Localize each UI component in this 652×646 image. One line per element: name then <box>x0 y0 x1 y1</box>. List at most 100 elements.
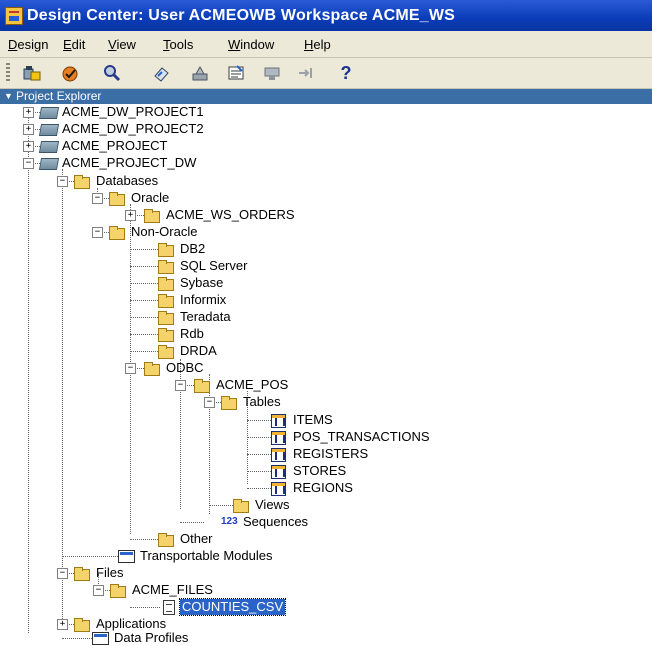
collapse-toggle[interactable]: − <box>23 158 34 169</box>
menu-edit[interactable]: Edit <box>63 37 85 52</box>
project-explorer-header[interactable]: ▼ Project Explorer <box>0 89 652 104</box>
collapse-triangle-icon[interactable]: ▼ <box>4 89 13 104</box>
files-folder-icon <box>74 567 90 581</box>
collapse-toggle[interactable]: − <box>125 363 136 374</box>
node-label: COUNTIES_CSV <box>178 598 287 616</box>
tree-connector <box>130 351 158 352</box>
database-module-icon <box>144 209 160 223</box>
project-icon <box>38 158 60 170</box>
views-folder-icon <box>233 499 249 513</box>
help-icon[interactable]: ? <box>336 64 356 82</box>
data-profiles-icon <box>92 632 109 645</box>
collapse-toggle[interactable]: − <box>57 568 68 579</box>
menu-view[interactable]: View <box>108 37 136 52</box>
menu-help[interactable]: Help <box>304 37 331 52</box>
node-label: ACME_PROJECT <box>62 138 168 153</box>
table-icon <box>271 482 286 496</box>
node-label: Views <box>255 497 290 512</box>
database-folder-icon <box>158 533 174 547</box>
database-folder-icon <box>158 277 174 291</box>
database-folder-icon <box>158 345 174 359</box>
navigate-icon[interactable] <box>262 64 282 82</box>
menu-window-rest: indow <box>240 37 275 52</box>
database-module-icon <box>194 379 210 393</box>
menu-design[interactable]: Design <box>8 37 48 52</box>
node-label: REGISTERS <box>293 446 369 461</box>
database-folder-icon <box>158 294 174 308</box>
menu-window[interactable]: Window <box>228 37 274 52</box>
table-icon <box>271 448 286 462</box>
node-label: DB2 <box>180 241 206 256</box>
applications-folder-icon <box>74 618 90 632</box>
collapse-toggle[interactable]: − <box>93 585 104 596</box>
menu-edit-rest: dit <box>71 37 86 52</box>
database-folder-icon <box>158 328 174 342</box>
file-icon <box>163 600 175 615</box>
node-label: Tables <box>243 394 281 409</box>
database-folder-icon <box>158 311 174 325</box>
tree-connector <box>247 420 271 421</box>
database-folder-icon <box>109 192 125 206</box>
table-icon <box>271 431 286 445</box>
collapse-toggle[interactable]: − <box>175 380 186 391</box>
tree-connector <box>247 454 271 455</box>
edit-icon[interactable] <box>152 64 172 82</box>
menu-window-key: W <box>228 37 241 52</box>
collapse-toggle[interactable]: − <box>204 397 215 408</box>
collapse-toggle[interactable]: − <box>92 193 103 204</box>
toolbar: ? <box>0 58 652 89</box>
tables-folder-icon <box>221 396 237 410</box>
project-explorer-title: Project Explorer <box>16 89 102 103</box>
properties-icon[interactable] <box>190 64 210 82</box>
merge-icon[interactable] <box>296 64 316 82</box>
node-label: ACME_DW_PROJECT2 <box>62 121 204 136</box>
project-icon <box>38 107 60 119</box>
tree-connector <box>130 317 158 318</box>
tree-connector <box>247 437 271 438</box>
node-label: DRDA <box>180 343 217 358</box>
validate-icon[interactable] <box>60 64 80 82</box>
node-label: Databases <box>96 173 159 188</box>
node-label: Informix <box>180 292 227 307</box>
menu-edit-key: E <box>63 37 72 52</box>
tree-connector <box>130 283 158 284</box>
toolbar-grip[interactable] <box>6 63 10 83</box>
node-label: Oracle <box>131 190 170 205</box>
database-folder-icon <box>158 260 174 274</box>
configure-icon[interactable] <box>226 64 246 82</box>
search-icon[interactable] <box>102 64 122 82</box>
tree-connector <box>130 266 158 267</box>
tree-connector <box>62 169 63 629</box>
collapse-toggle[interactable]: − <box>57 176 68 187</box>
node-label: Teradata <box>180 309 231 324</box>
expand-toggle[interactable]: + <box>125 210 136 221</box>
tree-connector <box>130 539 158 540</box>
node-label: ODBC <box>166 360 204 375</box>
menu-view-rest: iew <box>116 37 136 52</box>
transportable-module-icon <box>118 550 135 563</box>
window-title-bar[interactable]: Design Center: User ACMEOWB Workspace AC… <box>0 0 652 31</box>
database-folder-icon <box>109 226 125 240</box>
menu-tools[interactable]: Tools <box>163 37 193 52</box>
menu-help-rest: elp <box>313 37 331 52</box>
expand-toggle[interactable]: + <box>23 141 34 152</box>
node-label: ACME_WS_ORDERS <box>166 207 295 222</box>
expand-toggle[interactable]: + <box>23 107 34 118</box>
file-module-icon <box>110 584 126 598</box>
collapse-toggle[interactable]: − <box>92 227 103 238</box>
tree-connector <box>130 334 158 335</box>
app-icon <box>5 7 23 25</box>
menu-design-rest: esign <box>17 37 49 52</box>
node-label: ACME_PROJECT_DW <box>62 155 197 170</box>
database-folder-icon <box>158 243 174 257</box>
node-label: ACME_POS <box>216 377 289 392</box>
node-label: ITEMS <box>293 412 333 427</box>
tree-connector <box>209 374 210 514</box>
tree-connector <box>130 607 160 608</box>
expand-toggle[interactable]: + <box>23 124 34 135</box>
tree-connector <box>62 638 92 639</box>
tree-connector <box>209 505 233 506</box>
deploy-icon[interactable] <box>22 64 42 82</box>
folder-icon <box>74 175 90 189</box>
expand-toggle[interactable]: + <box>57 619 68 630</box>
